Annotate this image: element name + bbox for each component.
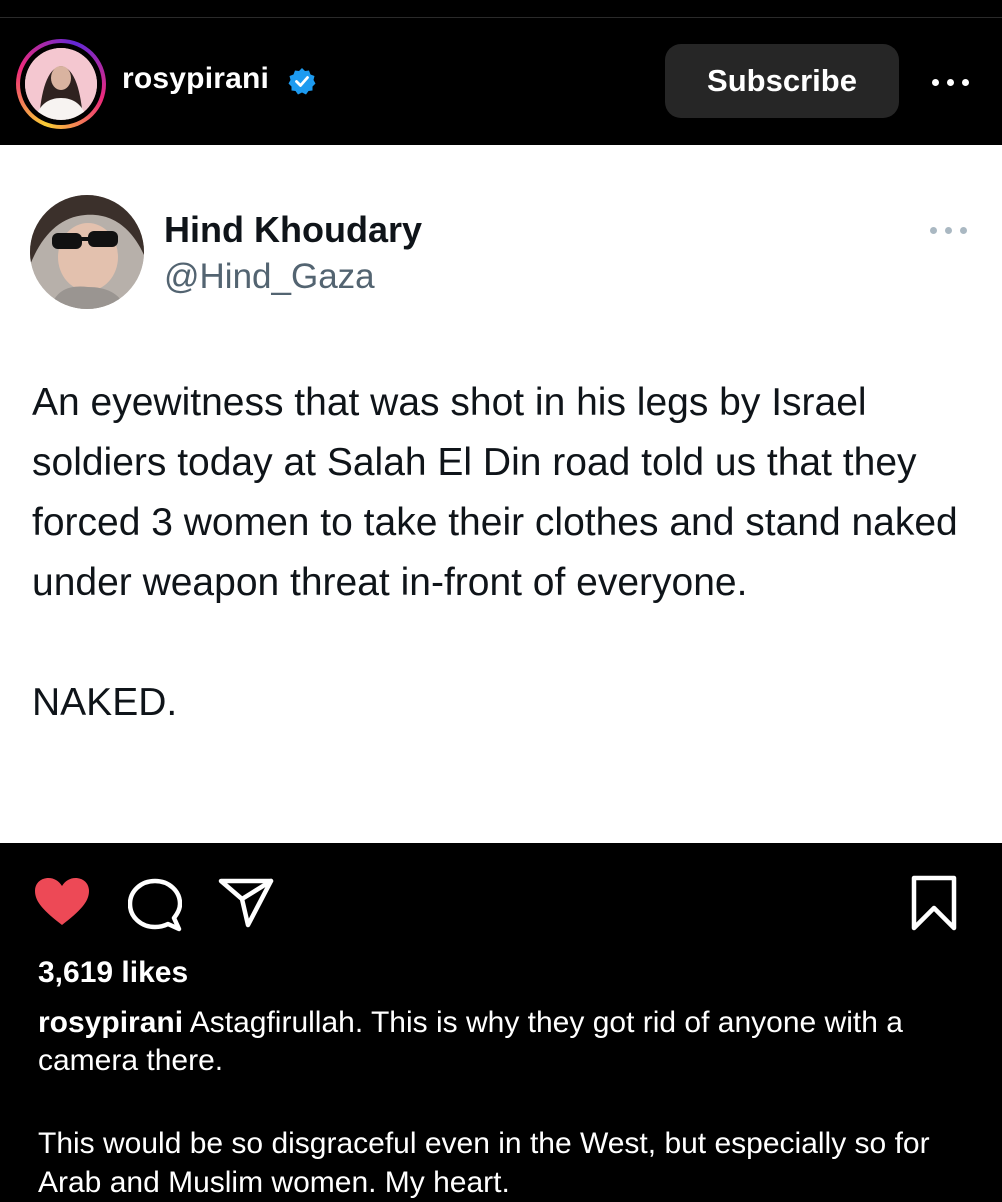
likes-count[interactable]: 3,619 likes [38,956,188,990]
tweet-more-icon [928,221,970,239]
tweet-author-name: Hind Khoudary [164,209,422,250]
avatar-image [25,48,97,120]
avatar [25,48,97,120]
more-options-icon[interactable] [926,62,976,102]
share-icon[interactable] [218,877,274,929]
caption-username[interactable]: rosypirani [38,1006,183,1039]
tweet-author-handle: @Hind_Gaza [164,257,375,296]
post-username[interactable]: rosypirani [122,62,269,96]
heart-icon[interactable] [34,877,90,927]
verified-badge-icon [288,68,316,95]
subscribe-button[interactable]: Subscribe [665,44,899,118]
profile-avatar-ring[interactable] [16,39,106,129]
tweet-card: Hind Khoudary @Hind_Gaza An eyewitness t… [0,145,1002,843]
tweet-text: An eyewitness that was shot in his legs … [32,381,958,724]
comment-icon[interactable] [128,878,182,932]
bookmark-icon[interactable] [910,875,958,931]
caption-text-2: This would be so disgraceful even in the… [38,1127,930,1199]
caption: rosypirani Astagfirullah. This is why th… [38,1004,968,1080]
tweet-avatar [30,195,144,309]
post-header: rosypirani Subscribe [0,18,1002,144]
tweet-avatar-image [30,195,144,309]
post-actions [0,843,1002,953]
